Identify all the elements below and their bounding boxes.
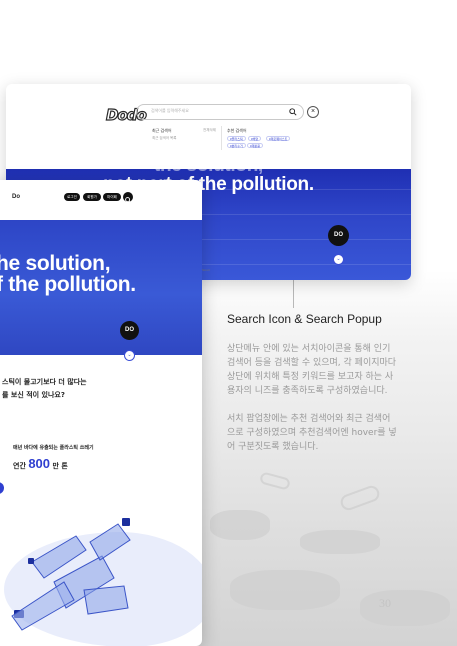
paragraph-line: 검색어 등을 검색할 수 있으며, 각 페이지마다 xyxy=(227,358,397,368)
stat-value: 연간 800 만 톤 xyxy=(13,456,68,471)
plastic-bottles-illustration xyxy=(11,518,131,631)
scroll-down-icon[interactable]: ⌄ xyxy=(124,350,135,361)
question-line1: 스틱이 물고기보다 더 많다는 xyxy=(2,378,87,386)
recent-search-title: 최근 검색어 xyxy=(152,128,172,133)
background-photo xyxy=(190,270,457,646)
description-title: Search Icon & Search Popup xyxy=(227,312,382,326)
page-number: 30 xyxy=(379,596,391,610)
hero-banner: he solution, f the pollution. xyxy=(0,220,202,355)
recommended-tag[interactable]: #플라스틱 xyxy=(227,136,246,141)
nav-pill-signup[interactable]: 회원가입 xyxy=(83,193,101,207)
nav-pill-mypage[interactable]: 마이페이지 xyxy=(103,193,121,207)
recommended-search-title: 추천 검색어 xyxy=(227,128,247,133)
do-button[interactable]: DO xyxy=(120,321,139,340)
search-input[interactable]: 검색어를 입력해주세요 xyxy=(136,104,304,120)
recommended-tag[interactable]: #제로웨이스트 xyxy=(266,136,291,141)
top-navigation: Do 로그인 회원가입 마이페이지 xyxy=(0,180,202,220)
nav-pill-login[interactable]: 로그인 xyxy=(64,193,80,201)
paragraph-line: 용자의 니즈를 충족하도록 구성하였습니다. xyxy=(227,386,388,396)
search-icon[interactable] xyxy=(123,192,133,203)
portfolio-page: Dodo 검색어를 입력해주세요 × 최근 검색어 최근 검색어 목록 전체삭제… xyxy=(0,0,457,646)
paragraph-line: 으로 구성하였으며 추천검색어엔 hover를 넣 xyxy=(227,428,397,438)
hero-headline-line2: f the pollution. xyxy=(0,273,136,296)
search-placeholder: 검색어를 입력해주세요 xyxy=(151,108,189,113)
paragraph-line: 서치 팝업창에는 추천 검색어와 최근 검색어 xyxy=(227,414,391,424)
stat-prefix: 연간 xyxy=(13,462,26,470)
delete-all-button[interactable]: 전체삭제 xyxy=(203,128,216,133)
recommended-tag[interactable]: #해양 xyxy=(248,136,262,141)
stat-label: 매년 바다에 유출되는 플라스틱 쓰레기 xyxy=(13,445,94,451)
recommended-tag[interactable]: #분리수거 xyxy=(227,143,246,148)
divider xyxy=(221,126,222,150)
do-button[interactable]: DO xyxy=(328,225,349,246)
paragraph-line: 상단메뉴 안에 있는 서치아이콘을 통해 인기 xyxy=(227,344,391,354)
scroll-down-icon[interactable]: ⌄ xyxy=(333,254,344,265)
main-page-mockup: Do 로그인 회원가입 마이페이지 he solution, f the pol… xyxy=(0,180,202,646)
stat-suffix: 만 톤 xyxy=(52,462,68,470)
recent-search-item[interactable]: 최근 검색어 목록 xyxy=(152,136,177,141)
paragraph-line: 상단에 위치해 특정 키워드를 보고자 하는 사 xyxy=(227,372,394,382)
decorative-blue-shape xyxy=(0,482,4,494)
scroll-note: Scroll xyxy=(202,268,210,272)
recommended-tag[interactable]: #재활용 xyxy=(247,143,263,148)
description-paragraph1: 상단메뉴 안에 있는 서치아이콘을 통해 인기 검색어 등을 검색할 수 있으며… xyxy=(227,342,396,398)
description-paragraph2: 서치 팝업창에는 추천 검색어와 최근 검색어 으로 구성하였으며 추천검색어엔… xyxy=(227,412,397,454)
close-icon[interactable]: × xyxy=(307,106,319,118)
stat-number: 800 xyxy=(28,456,51,471)
paragraph-line: 어 구분짓도록 했습니다. xyxy=(227,442,319,452)
question-line2: 를 보신 적이 있나요? xyxy=(2,391,65,399)
site-logo[interactable]: Do xyxy=(12,194,20,200)
search-icon[interactable] xyxy=(289,108,297,116)
